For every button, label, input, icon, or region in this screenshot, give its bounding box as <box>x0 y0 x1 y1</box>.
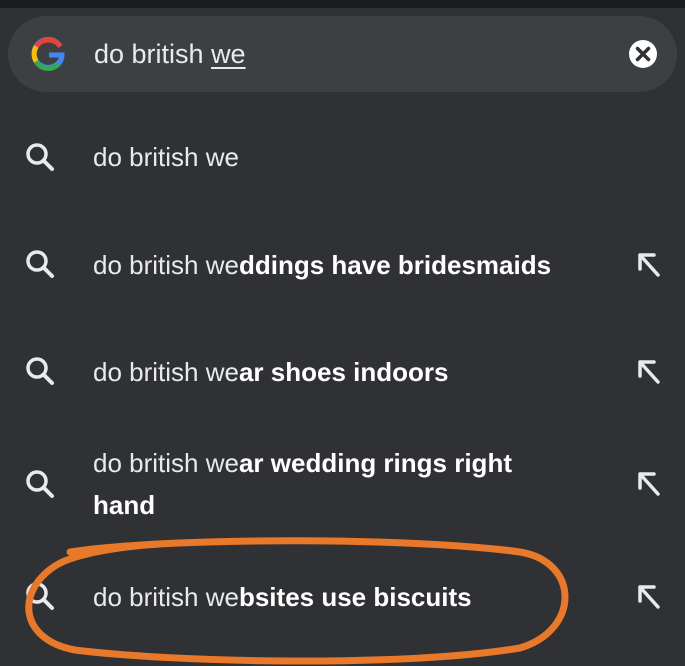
suggestion-item[interactable]: do british we <box>0 118 685 198</box>
suggestion-text: do british wear shoes indoors <box>93 357 449 387</box>
google-logo-icon <box>31 36 65 71</box>
search-icon <box>26 582 54 610</box>
suggestion-item[interactable]: do british weddings have bridesmaids <box>0 225 685 305</box>
query-underlined: we <box>211 39 246 69</box>
search-icon <box>26 470 54 498</box>
search-input[interactable]: do british we <box>94 36 246 72</box>
query-prefix: do british <box>94 39 212 69</box>
suggestion-text: do british wear wedding rings right hand <box>93 448 512 520</box>
arrow-up-left-icon[interactable] <box>632 356 664 388</box>
suggestion-item[interactable]: do british websites use biscuits <box>0 557 685 637</box>
suggestion-item[interactable]: do british wear wedding rings right hand <box>0 440 685 530</box>
arrow-up-left-icon[interactable] <box>632 581 664 613</box>
suggestion-text: do british websites use biscuits <box>93 582 472 612</box>
suggestion-item[interactable]: do british wear shoes indoors <box>0 332 685 412</box>
clear-search-icon[interactable] <box>625 36 661 72</box>
suggestion-text: do british weddings have bridesmaids <box>93 250 552 280</box>
suggestion-text: do british we <box>93 142 239 172</box>
search-icon <box>26 143 54 171</box>
status-strip <box>0 0 685 8</box>
search-icon <box>26 357 54 385</box>
arrow-up-left-icon[interactable] <box>632 468 664 500</box>
search-icon <box>26 250 54 278</box>
search-bar[interactable]: do british we <box>8 16 677 92</box>
arrow-up-left-icon[interactable] <box>632 249 664 281</box>
